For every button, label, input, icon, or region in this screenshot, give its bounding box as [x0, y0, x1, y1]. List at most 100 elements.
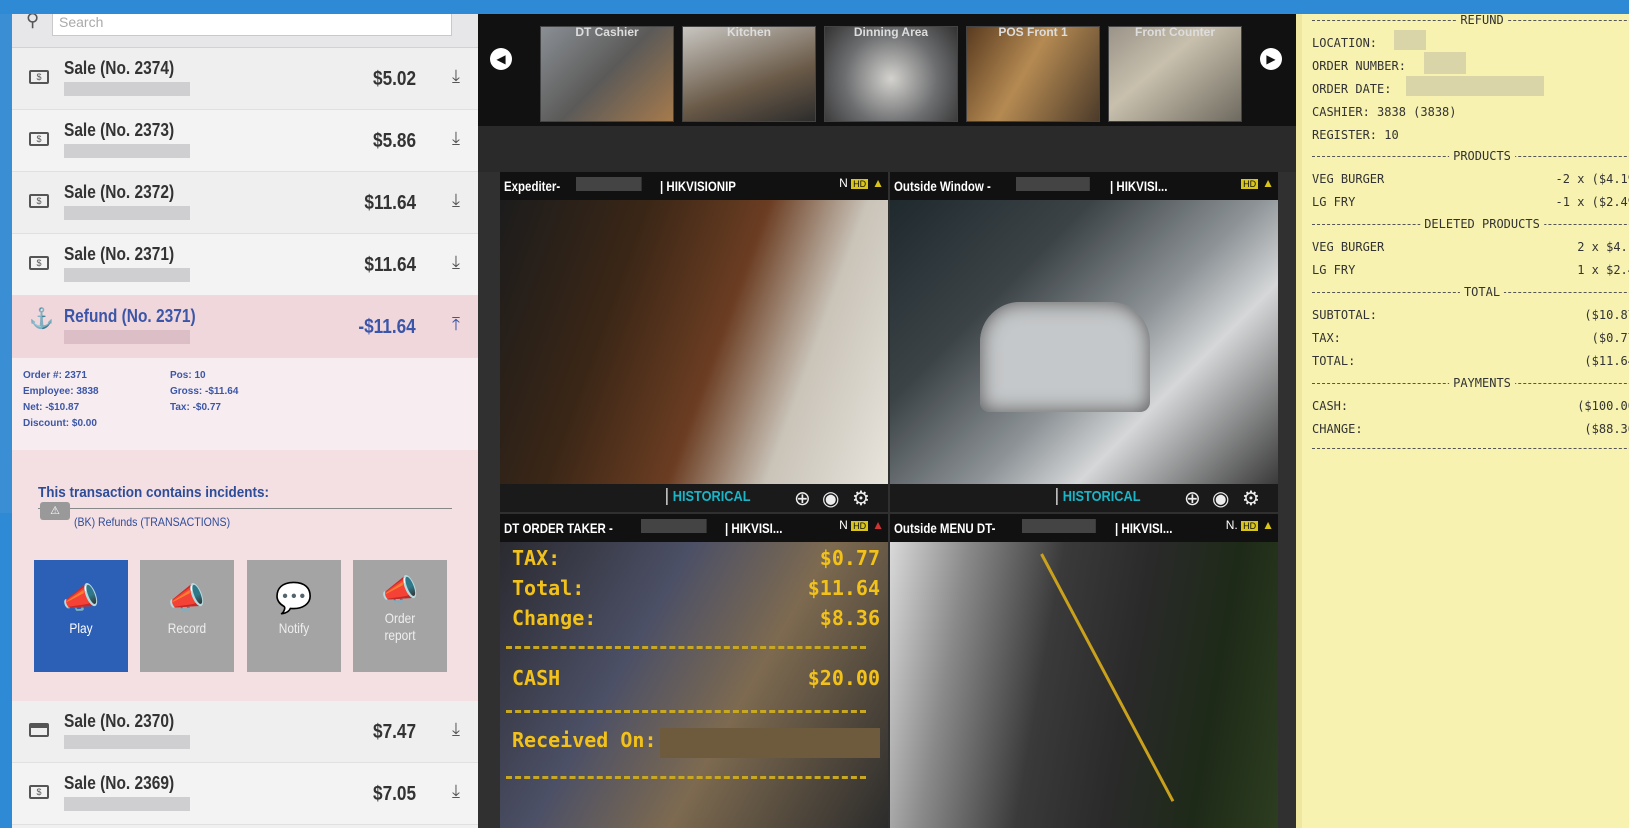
- camera-caption: DT ORDER TAKER - | HIKVISI...: [500, 514, 888, 542]
- camera-thumbnail[interactable]: DT Cashier: [540, 26, 674, 122]
- transaction-row[interactable]: $ Sale (No. 2372) $11.64 ⤓: [12, 172, 478, 234]
- transaction-title: Sale (No. 2373): [64, 120, 175, 140]
- megaphone-icon: 📣: [62, 582, 100, 615]
- download-icon[interactable]: ⤓: [452, 781, 460, 802]
- cash-icon: $: [29, 194, 49, 208]
- cash-icon: $: [29, 785, 49, 799]
- redacted-text: [64, 735, 190, 749]
- camera-thumbnail-strip: ◀ DT Cashier Kitchen Dinning Area POS Fr…: [478, 14, 1296, 126]
- camera-caption: Outside Window - | HIKVISI...: [890, 172, 1278, 200]
- transaction-row[interactable]: $ Sale (No. 2373) $5.86 ⤓: [12, 110, 478, 172]
- tax: Tax: -$0.77: [170, 402, 221, 413]
- receipt-section: PRODUCTS: [1312, 149, 1629, 163]
- camera-toolbar: HISTORICAL ⊕ ◉ ⚙: [890, 484, 1278, 512]
- refund-icon: ⚓: [29, 308, 54, 330]
- transaction-amount: $11.64: [364, 192, 416, 214]
- redacted-text: [660, 728, 880, 758]
- transaction-title: Refund (No. 2371): [64, 306, 196, 326]
- transaction-amount: -$11.64: [358, 316, 416, 338]
- ptz-icon[interactable]: ⊕: [1184, 486, 1201, 511]
- camera-tile[interactable]: Outside MENU DT- | HIKVISI... N. HD ▲: [890, 514, 1278, 828]
- transaction-amount: $5.02: [372, 68, 416, 90]
- download-icon[interactable]: ⤓: [452, 719, 460, 740]
- incident-item[interactable]: (BK) Refunds (TRANSACTIONS): [74, 515, 230, 529]
- camera-feed: [890, 542, 1278, 828]
- camera-status: N HD ▲: [839, 518, 884, 532]
- receipt-section: PAYMENTS: [1312, 376, 1629, 390]
- camera-icon[interactable]: ◉: [822, 486, 839, 511]
- camera-status: N. HD ▲: [1225, 518, 1274, 532]
- record-button[interactable]: 📣 Record: [140, 560, 234, 672]
- receipt-section: DELETED PRODUCTS: [1312, 217, 1629, 231]
- divider: [506, 776, 866, 779]
- scroll-right-icon[interactable]: ▶: [1260, 48, 1282, 70]
- transaction-details: Order #: 2371 Employee: 3838 Net: -$10.8…: [12, 358, 478, 450]
- divider: [506, 710, 866, 713]
- order-report-button[interactable]: 📣 Order report: [353, 560, 447, 672]
- transaction-row-selected[interactable]: ⚓ Refund (No. 2371) -$11.64 ⤒: [12, 296, 478, 358]
- notify-button[interactable]: 💬 Notify: [247, 560, 341, 672]
- signal-icon: ▲: [1262, 518, 1274, 532]
- redacted-text: [64, 82, 190, 96]
- receipt-divider: [1312, 448, 1629, 449]
- camera-tile[interactable]: DT ORDER TAKER - | HIKVISI... N HD ▲ TAX:…: [500, 514, 888, 828]
- incident-panel: This transaction contains incidents: ⚠ (…: [12, 450, 478, 701]
- transaction-amount: $11.64: [364, 254, 416, 276]
- gross: Gross: -$11.64: [170, 386, 239, 397]
- megaphone-icon: 📣: [168, 582, 206, 615]
- redacted-text: [1424, 52, 1466, 74]
- vehicle: [980, 302, 1150, 412]
- transaction-row[interactable]: $ Sale (No. 2374) $5.02 ⤓: [12, 48, 478, 110]
- camera-wall: ◀ DT Cashier Kitchen Dinning Area POS Fr…: [478, 14, 1296, 828]
- redacted-text: [1406, 76, 1544, 96]
- download-icon[interactable]: ⤓: [452, 128, 460, 149]
- cash-icon: $: [29, 256, 49, 270]
- cash-icon: $: [29, 70, 49, 84]
- transaction-row[interactable]: $ Sale (No. 2371) $11.64 ⤓: [12, 234, 478, 296]
- camera-feed: [500, 200, 888, 484]
- employee: Employee: 3838: [23, 386, 99, 397]
- ptz-icon[interactable]: ⊕: [794, 486, 811, 511]
- transaction-row[interactable]: $ Sale (No. 2369) $7.05 ⤓: [12, 763, 478, 825]
- redacted-text: [64, 206, 190, 220]
- app-window: ⚲ Search $ Sale (No. 2374) $5.02 ⤓ $ Sal…: [0, 0, 1629, 828]
- camera-tile[interactable]: Outside Window - | HIKVISI... HD ▲ HISTOR…: [890, 172, 1278, 512]
- camera-tile[interactable]: Expediter- | HIKVISIONIP N HD ▲ HISTORICA…: [500, 172, 888, 512]
- redacted-text: [64, 268, 190, 282]
- camera-caption: Expediter- | HIKVISIONIP: [500, 172, 888, 200]
- download-icon[interactable]: ⤓: [452, 66, 460, 87]
- redacted-text: [1021, 519, 1096, 533]
- camera-icon[interactable]: ◉: [1212, 486, 1229, 511]
- search-bar: ⚲ Search: [12, 14, 478, 48]
- gear-icon[interactable]: ⚙: [852, 486, 870, 511]
- redacted-text: [576, 177, 642, 191]
- incident-heading: This transaction contains incidents:: [38, 484, 270, 501]
- camera-toolbar: HISTORICAL ⊕ ◉ ⚙: [500, 484, 888, 512]
- gear-icon[interactable]: ⚙: [1242, 486, 1260, 511]
- window-left-border: [0, 513, 12, 828]
- megaphone-icon: 📣: [381, 574, 419, 607]
- redacted-text: [1015, 177, 1090, 191]
- camera-thumbnail[interactable]: POS Front 1: [966, 26, 1100, 122]
- transaction-title: Sale (No. 2370): [64, 711, 175, 731]
- camera-status: HD ▲: [1241, 176, 1274, 190]
- download-icon[interactable]: ⤓: [452, 190, 460, 211]
- play-button[interactable]: 📣 Play: [34, 560, 128, 672]
- scroll-left-icon[interactable]: ◀: [490, 48, 512, 70]
- card-icon: [29, 723, 49, 737]
- camera-thumbnail[interactable]: Front Counter: [1108, 26, 1242, 122]
- historical-label: HISTORICAL: [666, 488, 750, 505]
- camera-thumbnail[interactable]: Dinning Area: [824, 26, 958, 122]
- pos: Pos: 10: [170, 370, 206, 381]
- receipt-section: REFUND: [1312, 14, 1629, 27]
- download-icon[interactable]: ⤓: [452, 252, 460, 273]
- transaction-row[interactable]: Sale (No. 2370) $7.47 ⤓: [12, 701, 478, 763]
- warning-icon: ⚠: [40, 502, 70, 520]
- search-input[interactable]: Search: [52, 14, 452, 36]
- net: Net: -$10.87: [23, 402, 80, 413]
- search-icon[interactable]: ⚲: [26, 14, 39, 31]
- redacted-text: [64, 330, 190, 344]
- camera-thumbnail[interactable]: Kitchen: [682, 26, 816, 122]
- redacted-text: [1394, 30, 1426, 50]
- upload-icon[interactable]: ⤒: [452, 314, 460, 335]
